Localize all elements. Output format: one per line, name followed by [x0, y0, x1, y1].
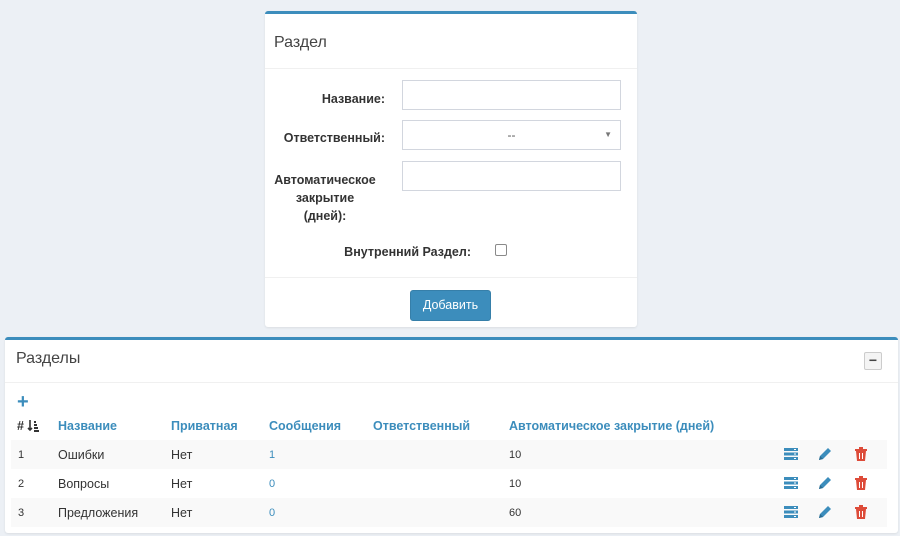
sections-list-panel: Разделы − + # Название Приватная Сообщен… [5, 337, 898, 533]
row-autoclose: 10 [509, 449, 522, 461]
table-row: 2 Вопросы Нет 0 10 [11, 469, 887, 498]
table-row: 1 Ошибки Нет 1 10 [11, 440, 887, 469]
autoclose-input[interactable] [402, 161, 621, 191]
row-messages-link[interactable]: 0 [269, 478, 275, 490]
row-number: 2 [18, 478, 25, 490]
form-header: Раздел [265, 14, 637, 69]
row-messages-link[interactable]: 0 [269, 507, 275, 519]
autoclose-label: Автоматическое закрытие (дней): [265, 171, 385, 225]
row-name: Предложения [58, 506, 139, 520]
server-list-icon[interactable] [783, 446, 799, 462]
section-form-panel: Раздел Название: Ответственный: -- ▼ Авт… [265, 11, 637, 327]
responsible-select[interactable]: -- ▼ [402, 120, 621, 150]
row-private: Нет [171, 506, 193, 520]
column-header-private[interactable]: Приватная [171, 419, 238, 433]
responsible-label: Ответственный: [283, 131, 385, 145]
server-list-icon[interactable] [783, 504, 799, 520]
row-private: Нет [171, 477, 193, 491]
add-button[interactable]: Добавить [410, 290, 491, 321]
pencil-icon[interactable] [817, 475, 833, 491]
row-number: 3 [18, 507, 25, 519]
chevron-down-icon: ▼ [604, 130, 612, 139]
row-private: Нет [171, 448, 193, 462]
column-header-name[interactable]: Название [58, 419, 117, 433]
collapse-button[interactable]: − [864, 352, 882, 370]
column-header-hash: # [17, 419, 24, 433]
trash-icon[interactable] [853, 446, 869, 462]
pencil-icon[interactable] [817, 446, 833, 462]
column-header-responsible[interactable]: Ответственный [373, 419, 470, 433]
row-name: Вопросы [58, 477, 110, 491]
server-list-icon[interactable] [783, 475, 799, 491]
sort-amount-icon[interactable] [27, 419, 39, 435]
pencil-icon[interactable] [817, 504, 833, 520]
autoclose-label-line2: закрытие [295, 191, 355, 205]
row-messages-link[interactable]: 1 [269, 449, 275, 461]
row-autoclose: 10 [509, 478, 522, 490]
responsible-select-value: -- [507, 128, 516, 142]
list-header: Разделы − [5, 340, 898, 383]
internal-checkbox[interactable] [495, 244, 507, 256]
form-footer: Добавить [265, 277, 637, 327]
plus-icon[interactable]: + [17, 392, 29, 412]
name-input[interactable] [402, 80, 621, 110]
trash-icon[interactable] [853, 475, 869, 491]
autoclose-label-line1: Автоматическое [274, 173, 376, 187]
internal-label: Внутренний Раздел: [344, 245, 471, 259]
row-name: Ошибки [58, 448, 105, 462]
table-row: 3 Предложения Нет 0 60 [11, 498, 887, 527]
row-autoclose: 60 [509, 507, 522, 519]
form-title: Раздел [274, 34, 327, 51]
minus-icon: − [868, 352, 878, 368]
trash-icon[interactable] [853, 504, 869, 520]
row-number: 1 [18, 449, 25, 461]
name-label: Название: [321, 92, 385, 106]
column-header-messages[interactable]: Сообщения [269, 419, 341, 433]
column-header-autoclose[interactable]: Автоматическое закрытие (дней) [509, 419, 714, 433]
autoclose-label-line3: (дней): [303, 209, 347, 223]
list-title: Разделы [16, 350, 81, 367]
